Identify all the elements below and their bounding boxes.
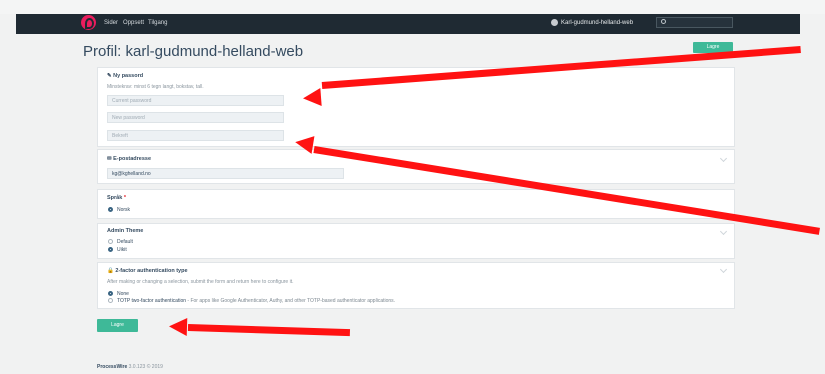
email-heading: ✉ E-postadresse xyxy=(107,156,152,162)
two-factor-hint: After making or changing a selection, su… xyxy=(107,279,294,285)
two-factor-heading: 🔒 2-factor authentication type xyxy=(107,268,188,274)
theme-radio-default[interactable] xyxy=(108,239,113,244)
page-title: Profil: karl-gudmund-helland-web xyxy=(83,43,304,60)
annotation-arrow-head xyxy=(168,317,188,336)
user-menu-link[interactable]: Karl-gudmund-helland-web xyxy=(561,20,633,26)
new-password-field[interactable]: New password xyxy=(107,112,284,123)
two-factor-radio-none[interactable] xyxy=(108,291,113,296)
confirm-password-field[interactable]: Bekreft xyxy=(107,130,284,141)
nav-item-oppsett[interactable]: Oppsett xyxy=(123,20,144,26)
search-input[interactable] xyxy=(656,17,733,28)
language-heading-text: Språk xyxy=(107,195,123,201)
two-factor-radio-totp[interactable] xyxy=(108,298,113,303)
password-hint: Minstekrav: minst 6 tegn langt, bokstav,… xyxy=(107,84,204,90)
nav-item-sider[interactable]: Sider xyxy=(104,20,118,26)
two-factor-heading-text: 2-factor authentication type xyxy=(115,268,188,274)
totp-description: - For apps like Google Authenticator, Au… xyxy=(186,298,396,304)
password-heading-text: Ny passord xyxy=(113,73,144,79)
footer: ProcessWire 3.0.123 © 2019 xyxy=(97,364,163,370)
two-factor-option-none: None xyxy=(117,291,129,297)
language-radio-norsk[interactable] xyxy=(108,207,113,212)
admin-theme-heading: Admin Theme xyxy=(107,228,144,234)
footer-brand: ProcessWire xyxy=(97,364,128,370)
processwire-logo-icon[interactable] xyxy=(81,15,96,30)
annotation-arrow-head xyxy=(293,133,315,154)
totp-label: TOTP two-factor authentication xyxy=(117,298,187,304)
footer-version: 3.0.123 © 2019 xyxy=(128,364,163,370)
theme-option-default: Default xyxy=(117,239,133,245)
password-heading: ✎ Ny passord xyxy=(107,73,144,79)
admin-theme-section xyxy=(97,223,735,259)
email-heading-text: E-postadresse xyxy=(113,156,152,162)
save-button-bottom[interactable]: Lagre xyxy=(97,319,138,332)
two-factor-option-totp: TOTP two-factor authentication - For app… xyxy=(117,298,395,304)
theme-option-uikit: Uikit xyxy=(117,247,127,253)
required-marker: * xyxy=(123,195,126,201)
search-icon xyxy=(661,19,666,24)
current-password-field[interactable]: Current password xyxy=(107,95,284,106)
language-heading: Språk * xyxy=(107,195,126,201)
theme-radio-uikit[interactable] xyxy=(108,247,113,252)
nav-item-tilgang[interactable]: Tilgang xyxy=(148,20,167,26)
user-avatar-icon[interactable] xyxy=(551,19,558,26)
email-field[interactable]: kg@kghelland.no xyxy=(107,168,344,179)
language-option-label: Norsk xyxy=(117,207,131,213)
annotation-arrow-head xyxy=(302,88,322,108)
